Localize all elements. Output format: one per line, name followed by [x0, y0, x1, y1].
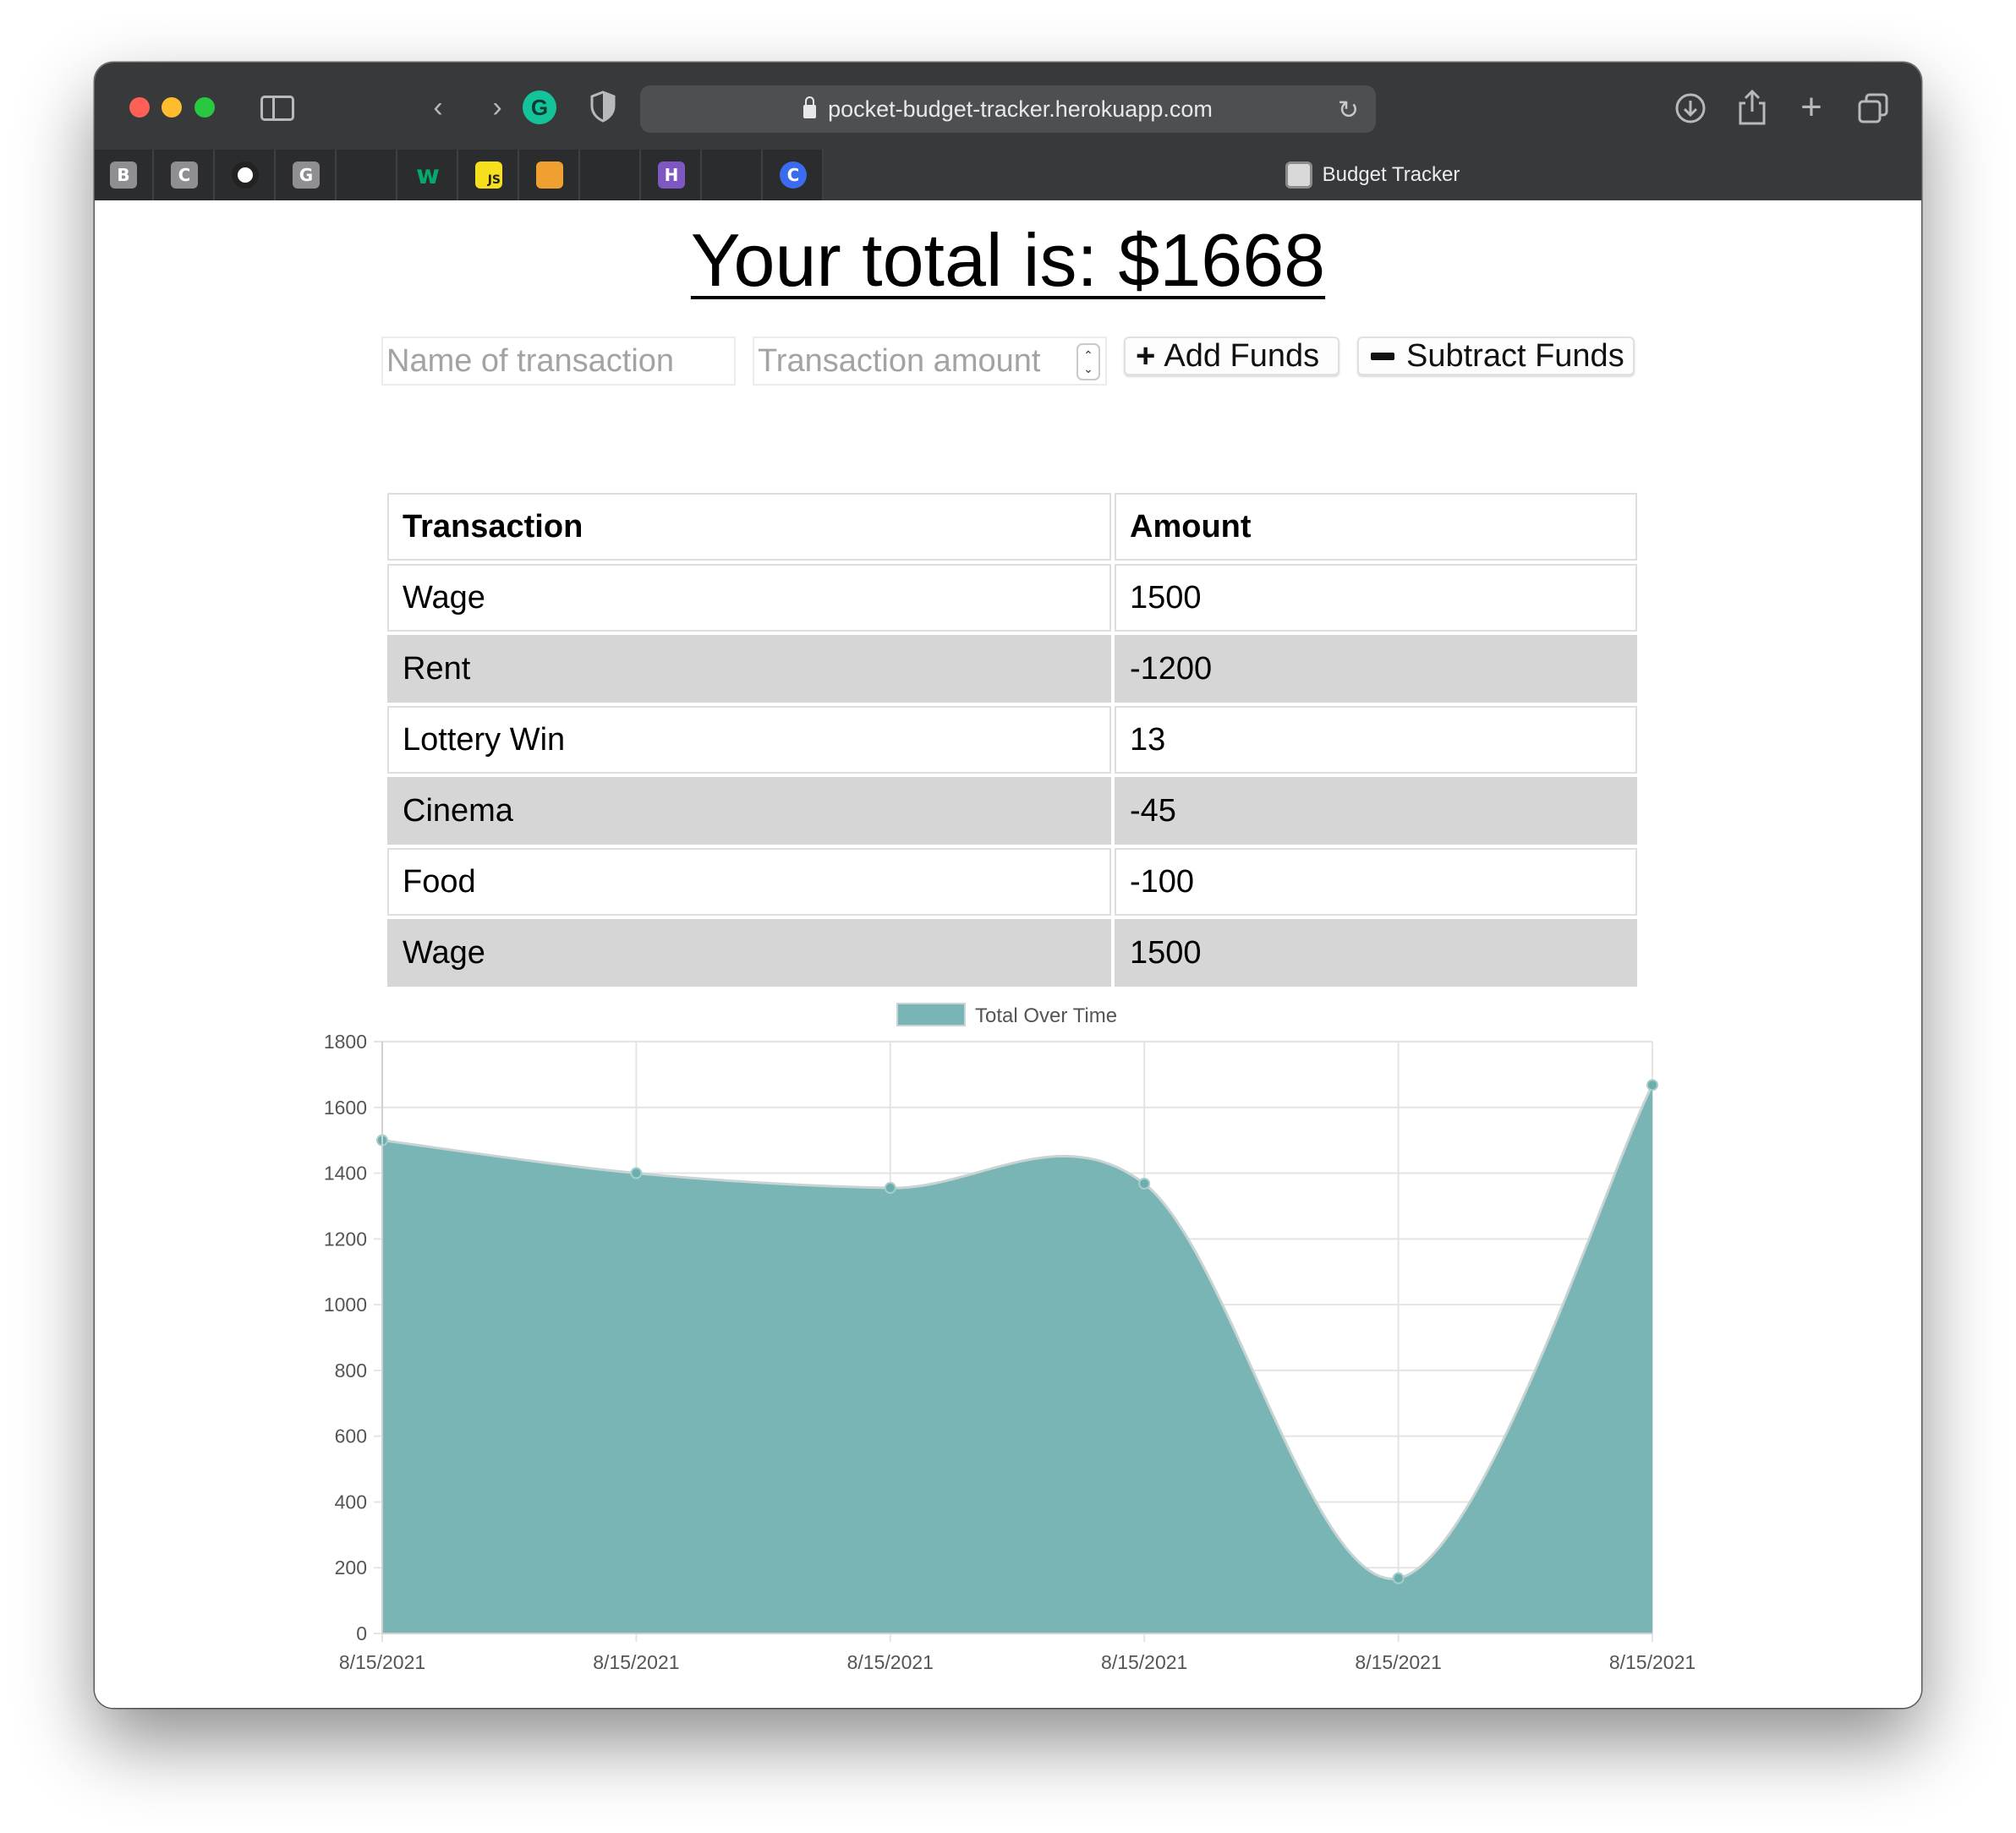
- favorite-tree-glyph: [536, 161, 563, 189]
- minimize-window-button[interactable]: [162, 97, 182, 118]
- favorite-g-icon[interactable]: G: [277, 150, 337, 200]
- reload-icon[interactable]: ↻: [1338, 96, 1359, 125]
- lock-icon: [803, 96, 817, 118]
- favorite-flag-glyph: [353, 161, 381, 189]
- x-tick-label: 8/15/2021: [593, 1651, 679, 1673]
- new-tab-icon[interactable]: +: [1792, 88, 1831, 127]
- active-tab[interactable]: Budget Tracker: [824, 150, 1921, 200]
- zoom-window-button[interactable]: [194, 97, 215, 118]
- favorite-c-circle-glyph: C: [780, 161, 807, 189]
- legend-label: Total Over Time: [975, 1004, 1117, 1027]
- chart-area: 0 200 400 600 800 1000 1200 1400 1600 1800 8/15/20…: [95, 200, 1921, 1708]
- y-tick-label: 1800: [324, 1031, 367, 1053]
- y-tick-label: 200: [335, 1557, 367, 1579]
- favorite-flag-icon[interactable]: [338, 150, 397, 200]
- data-point: [630, 1167, 643, 1179]
- data-point: [1646, 1079, 1658, 1092]
- y-tick-label: 400: [335, 1491, 367, 1513]
- favorites-bar: C H JS w G C B Budget Tracker: [95, 150, 1921, 200]
- close-window-button[interactable]: [129, 97, 150, 118]
- url-text: pocket-budget-tracker.herokuapp.com: [828, 96, 1213, 122]
- data-point: [1392, 1572, 1405, 1584]
- favorite-mongodb-glyph: [719, 161, 746, 189]
- favorite-js-glyph: JS: [475, 161, 502, 189]
- favorite-github-glyph: [232, 161, 259, 189]
- favorite-c-circle-icon[interactable]: C: [764, 150, 824, 200]
- favorite-heroku-glyph: H: [658, 161, 685, 189]
- page-content: Your total is: $1668 Name of transaction…: [95, 200, 1921, 1708]
- download-icon[interactable]: [1674, 91, 1707, 125]
- y-tick-label: 1400: [324, 1163, 367, 1185]
- grammarly-icon[interactable]: G: [523, 90, 556, 124]
- tab-favicon: [1285, 161, 1312, 189]
- y-tick-label: 1000: [324, 1294, 367, 1316]
- x-tick-label: 8/15/2021: [1609, 1651, 1696, 1673]
- x-tick-label: 8/15/2021: [1355, 1651, 1441, 1673]
- sidebar-icon[interactable]: [260, 96, 294, 121]
- y-tick-label: 1200: [324, 1228, 367, 1250]
- y-tick-label: 0: [356, 1622, 367, 1644]
- legend-swatch: [896, 1003, 966, 1026]
- y-tick-label: 800: [335, 1360, 367, 1382]
- favorite-js-icon[interactable]: JS: [460, 150, 519, 200]
- x-tick-label: 8/15/2021: [847, 1651, 934, 1673]
- browser-window: ‹ › G pocket-budget-tracker.herokuapp.co…: [95, 63, 1921, 1708]
- favorite-github-icon[interactable]: [216, 150, 276, 200]
- favorite-w3schools-icon[interactable]: w: [399, 150, 458, 200]
- favorite-leaf-glyph: [597, 161, 624, 189]
- favorite-w3schools-glyph: w: [416, 160, 440, 190]
- favorite-mongodb-icon[interactable]: [704, 150, 763, 200]
- favorite-c-icon[interactable]: C: [156, 150, 215, 200]
- favorite-b-icon[interactable]: B: [95, 150, 154, 200]
- favorite-leaf-icon[interactable]: [582, 150, 641, 200]
- x-tick-label: 8/15/2021: [1101, 1651, 1187, 1673]
- data-point: [1138, 1178, 1151, 1190]
- x-tick-label: 8/15/2021: [339, 1651, 425, 1673]
- forward-icon[interactable]: ›: [478, 88, 517, 127]
- back-icon[interactable]: ‹: [419, 88, 457, 127]
- favorite-c-glyph: C: [171, 161, 198, 189]
- tab-overview-icon[interactable]: [1856, 91, 1890, 125]
- shield-icon[interactable]: [590, 90, 616, 123]
- share-icon[interactable]: [1735, 88, 1769, 127]
- favorite-tree-icon[interactable]: [521, 150, 580, 200]
- favorite-g-glyph: G: [293, 161, 320, 189]
- y-tick-label: 1600: [324, 1097, 367, 1119]
- favorite-b-glyph: B: [110, 161, 137, 189]
- address-bar[interactable]: pocket-budget-tracker.herokuapp.com ↻: [640, 85, 1376, 133]
- tab-title: Budget Tracker: [1322, 163, 1460, 186]
- y-tick-label: 600: [335, 1425, 367, 1447]
- total-over-time-chart: 0 200 400 600 800 1000 1200 1400 1600 1800 8/15/20…: [324, 1003, 1696, 1673]
- browser-toolbar: ‹ › G pocket-budget-tracker.herokuapp.co…: [95, 63, 1921, 150]
- favorite-heroku-icon[interactable]: H: [643, 150, 702, 200]
- data-point: [884, 1182, 896, 1195]
